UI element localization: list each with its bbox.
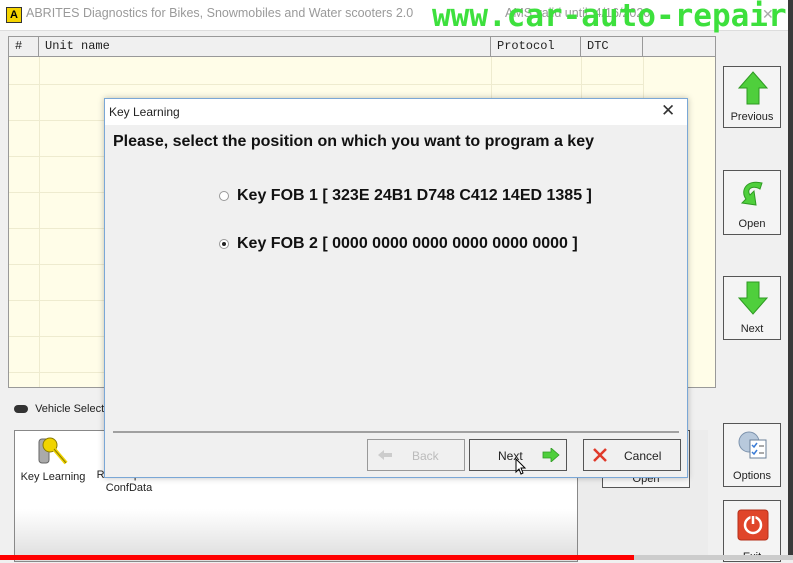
previous-label: Previous	[730, 111, 774, 123]
column-header-unit-name[interactable]: Unit name	[39, 37, 491, 56]
window-border	[788, 0, 793, 560]
next-side-button[interactable]: Next	[723, 276, 781, 340]
key-fob-1-option[interactable]: Key FOB 1 [ 323E 24B1 D748 C412 14ED 138…	[219, 187, 592, 205]
curved-arrow-icon	[740, 181, 763, 206]
tab-vehicle-selection[interactable]: Vehicle Selecti	[14, 403, 107, 415]
watermark: www.car-auto-repair.co	[432, 0, 793, 34]
key-fob-1-radio[interactable]	[219, 191, 229, 201]
column-header-empty	[643, 37, 715, 56]
cancel-button[interactable]: Cancel	[583, 439, 681, 471]
key-icon	[38, 437, 68, 465]
key-fob-2-option[interactable]: Key FOB 2 [ 0000 0000 0000 0000 0000 000…	[219, 235, 578, 253]
dialog-close-icon[interactable]: ✕	[661, 101, 675, 121]
key-fob-2-radio[interactable]	[219, 239, 229, 249]
dialog-heading: Please, select the position on which you…	[113, 133, 594, 150]
cancel-x-icon	[593, 448, 607, 462]
key-fob-2-label: Key FOB 2 [ 0000 0000 0000 0000 0000 000…	[237, 235, 578, 252]
dialog-separator	[113, 431, 679, 433]
vehicle-tab-label: Vehicle Selecti	[35, 403, 107, 415]
cancel-label: Cancel	[624, 449, 662, 463]
arrow-right-icon	[542, 448, 560, 462]
open-side-button[interactable]: Open	[723, 170, 781, 235]
back-button[interactable]: Back	[367, 439, 465, 471]
arrow-up-icon	[738, 71, 768, 105]
options-gear-icon	[738, 431, 767, 459]
power-icon	[737, 509, 769, 541]
window-title: ABRITES Diagnostics for Bikes, Snowmobil…	[26, 6, 414, 20]
key-fob-1-label: Key FOB 1 [ 323E 24B1 D748 C412 14ED 138…	[237, 187, 592, 204]
app-logo-icon: A	[6, 7, 22, 23]
column-header-number[interactable]: #	[9, 37, 39, 56]
key-learning-dialog: Key Learning ✕ Please, select the positi…	[104, 98, 688, 478]
dialog-title: Key Learning	[109, 105, 180, 119]
tool-key-learning[interactable]: Key Learning	[17, 433, 89, 493]
next-side-label: Next	[740, 323, 764, 335]
back-arrow-icon	[378, 450, 392, 460]
grid-line	[39, 57, 40, 387]
video-progress-track[interactable]	[0, 555, 793, 560]
arrow-down-icon	[738, 281, 768, 315]
motorbike-icon	[14, 405, 28, 414]
options-label: Options	[733, 470, 771, 482]
column-header-dtc[interactable]: DTC	[581, 37, 643, 56]
video-progress-fill	[0, 555, 635, 560]
mouse-cursor-icon	[515, 458, 527, 475]
key-learning-label: Key Learning	[20, 471, 86, 483]
open-label: Open	[738, 218, 766, 230]
grid-header: # Unit name Protocol DTC	[9, 37, 715, 57]
grid-line	[9, 84, 643, 85]
back-label: Back	[412, 449, 439, 463]
exit-button[interactable]: Exit	[723, 500, 781, 563]
options-button[interactable]: Options	[723, 423, 781, 487]
column-header-protocol[interactable]: Protocol	[491, 37, 581, 56]
previous-button[interactable]: Previous	[723, 66, 781, 128]
dialog-titlebar: Key Learning ✕	[105, 99, 687, 125]
